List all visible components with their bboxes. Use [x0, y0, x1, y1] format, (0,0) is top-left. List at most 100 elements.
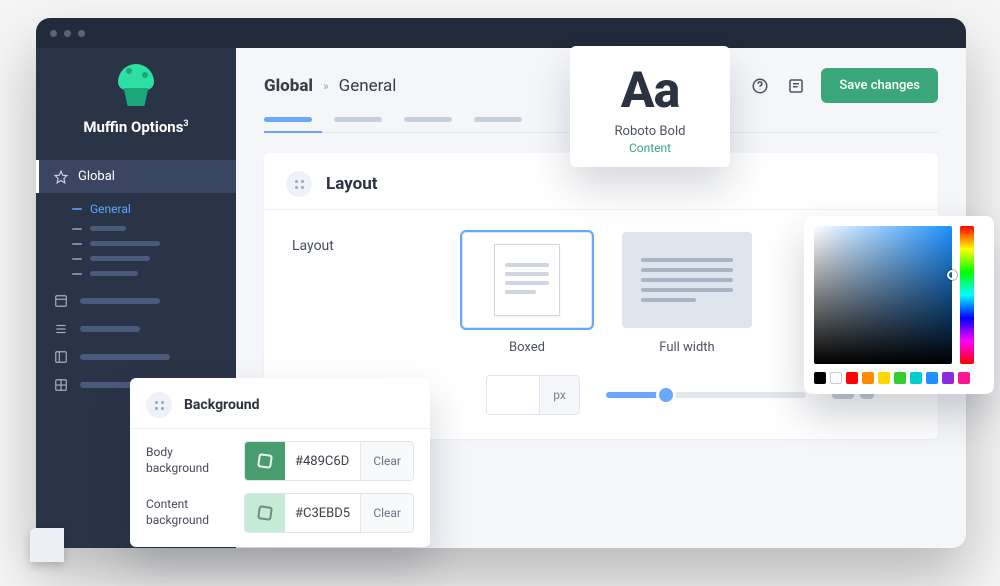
swatch[interactable] [862, 372, 874, 384]
picker-cursor-icon [947, 270, 957, 280]
field-label-layout: Layout [292, 232, 412, 254]
sidebar-item-global[interactable]: Global [36, 160, 236, 193]
clear-button[interactable]: Clear [360, 494, 413, 532]
dash-icon [72, 228, 82, 230]
color-input-body[interactable]: #489C6D Clear [244, 441, 414, 481]
placeholder-bar [90, 241, 160, 246]
bg-row-content: Content background #C3EBD5 Clear [130, 481, 430, 533]
breadcrumb: Global » General [264, 76, 396, 96]
layout-option-fullwidth[interactable]: Full width [622, 232, 752, 355]
hue-slider[interactable] [960, 226, 974, 364]
corner-flap-icon [30, 528, 64, 562]
layout-thumb-full [622, 232, 752, 328]
placeholder-bar [80, 354, 170, 360]
breadcrumb-current: General [339, 76, 397, 96]
layout-option-boxed[interactable]: Boxed [462, 232, 592, 355]
help-button[interactable] [749, 75, 771, 97]
muffin-logo-icon [112, 62, 160, 110]
font-content-link[interactable]: Content [584, 141, 716, 155]
font-sample: Aa [584, 62, 716, 120]
placeholder-bar [90, 256, 150, 261]
dash-icon [72, 208, 82, 210]
swatch-row [814, 372, 984, 384]
brand-title: Muffin Options3 [83, 118, 188, 136]
tab-placeholder[interactable] [334, 117, 382, 122]
placeholder-bar [90, 226, 126, 231]
placeholder-bar [80, 298, 160, 304]
image-icon [257, 505, 273, 521]
note-icon [787, 77, 805, 95]
layout-option-label: Boxed [509, 340, 545, 355]
help-icon [751, 77, 769, 95]
sidebar-layout-icon [54, 350, 68, 364]
brand-block: Muffin Options3 [36, 62, 236, 136]
color-chip [245, 494, 285, 532]
sidebar-section-placeholder[interactable] [36, 343, 236, 371]
sidebar-sub-placeholder[interactable] [72, 236, 236, 251]
sidebar-section-placeholder[interactable] [36, 287, 236, 315]
placeholder-bar [90, 271, 138, 276]
image-icon [257, 453, 273, 469]
sidebar-sub-label: General [90, 202, 131, 216]
bg-row-body: Body background #489C6D Clear [130, 429, 430, 481]
panel-title: Background [184, 397, 259, 413]
grid-icon [54, 378, 68, 392]
swatch[interactable] [926, 372, 938, 384]
drag-handle-icon[interactable] [286, 171, 312, 197]
window-dot [78, 30, 85, 37]
width-slider[interactable] [606, 392, 806, 398]
sidebar-sub-placeholder[interactable] [72, 251, 236, 266]
tab-placeholder[interactable] [404, 117, 452, 122]
sidebar-section-placeholder[interactable] [36, 315, 236, 343]
dash-icon [72, 273, 82, 275]
window-dot [64, 30, 71, 37]
dash-icon [72, 258, 82, 260]
panel-title: Layout [326, 174, 377, 194]
swatch[interactable] [942, 372, 954, 384]
sidebar-sub-placeholder[interactable] [72, 266, 236, 281]
window-dot [50, 30, 57, 37]
font-preview-card: Aa Roboto Bold Content [570, 46, 730, 167]
color-hex: #C3EBD5 [285, 506, 360, 521]
width-unit: px [539, 376, 579, 414]
width-input[interactable]: px [486, 375, 580, 415]
background-panel: Background Body background #489C6D Clear… [130, 378, 430, 547]
swatch[interactable] [814, 372, 826, 384]
placeholder-bar [80, 326, 140, 332]
chevron-right-icon: » [323, 79, 329, 93]
tab-placeholder-active[interactable] [264, 117, 312, 122]
sidebar-sub-placeholder[interactable] [72, 221, 236, 236]
save-button[interactable]: Save changes [821, 68, 938, 103]
breadcrumb-root: Global [264, 76, 313, 96]
star-icon [54, 170, 68, 184]
bg-label: Body background [146, 445, 232, 476]
dash-icon [72, 243, 82, 245]
color-picker [804, 216, 994, 394]
swatch[interactable] [878, 372, 890, 384]
notes-button[interactable] [785, 75, 807, 97]
layout-option-label: Full width [659, 340, 714, 355]
saturation-field[interactable] [814, 226, 952, 364]
color-chip [245, 442, 285, 480]
width-value [487, 376, 539, 414]
bg-label: Content background [146, 497, 232, 528]
slider-knob-icon [659, 388, 673, 402]
swatch[interactable] [958, 372, 970, 384]
sidebar-sub-general[interactable]: General [72, 197, 236, 221]
swatch[interactable] [830, 372, 842, 384]
tab-placeholder[interactable] [474, 117, 522, 122]
clear-button[interactable]: Clear [360, 442, 413, 480]
sidebar-nav: Global General [36, 160, 236, 399]
font-name: Roboto Bold [584, 124, 716, 139]
sidebar-item-label: Global [78, 169, 115, 184]
color-input-content[interactable]: #C3EBD5 Clear [244, 493, 414, 533]
color-hex: #489C6D [285, 454, 360, 469]
swatch[interactable] [910, 372, 922, 384]
titlebar [36, 18, 966, 48]
list-icon [54, 322, 68, 336]
drag-handle-icon[interactable] [146, 392, 172, 418]
panel-icon [54, 294, 68, 308]
swatch[interactable] [894, 372, 906, 384]
layout-thumb-boxed [462, 232, 592, 328]
swatch[interactable] [846, 372, 858, 384]
